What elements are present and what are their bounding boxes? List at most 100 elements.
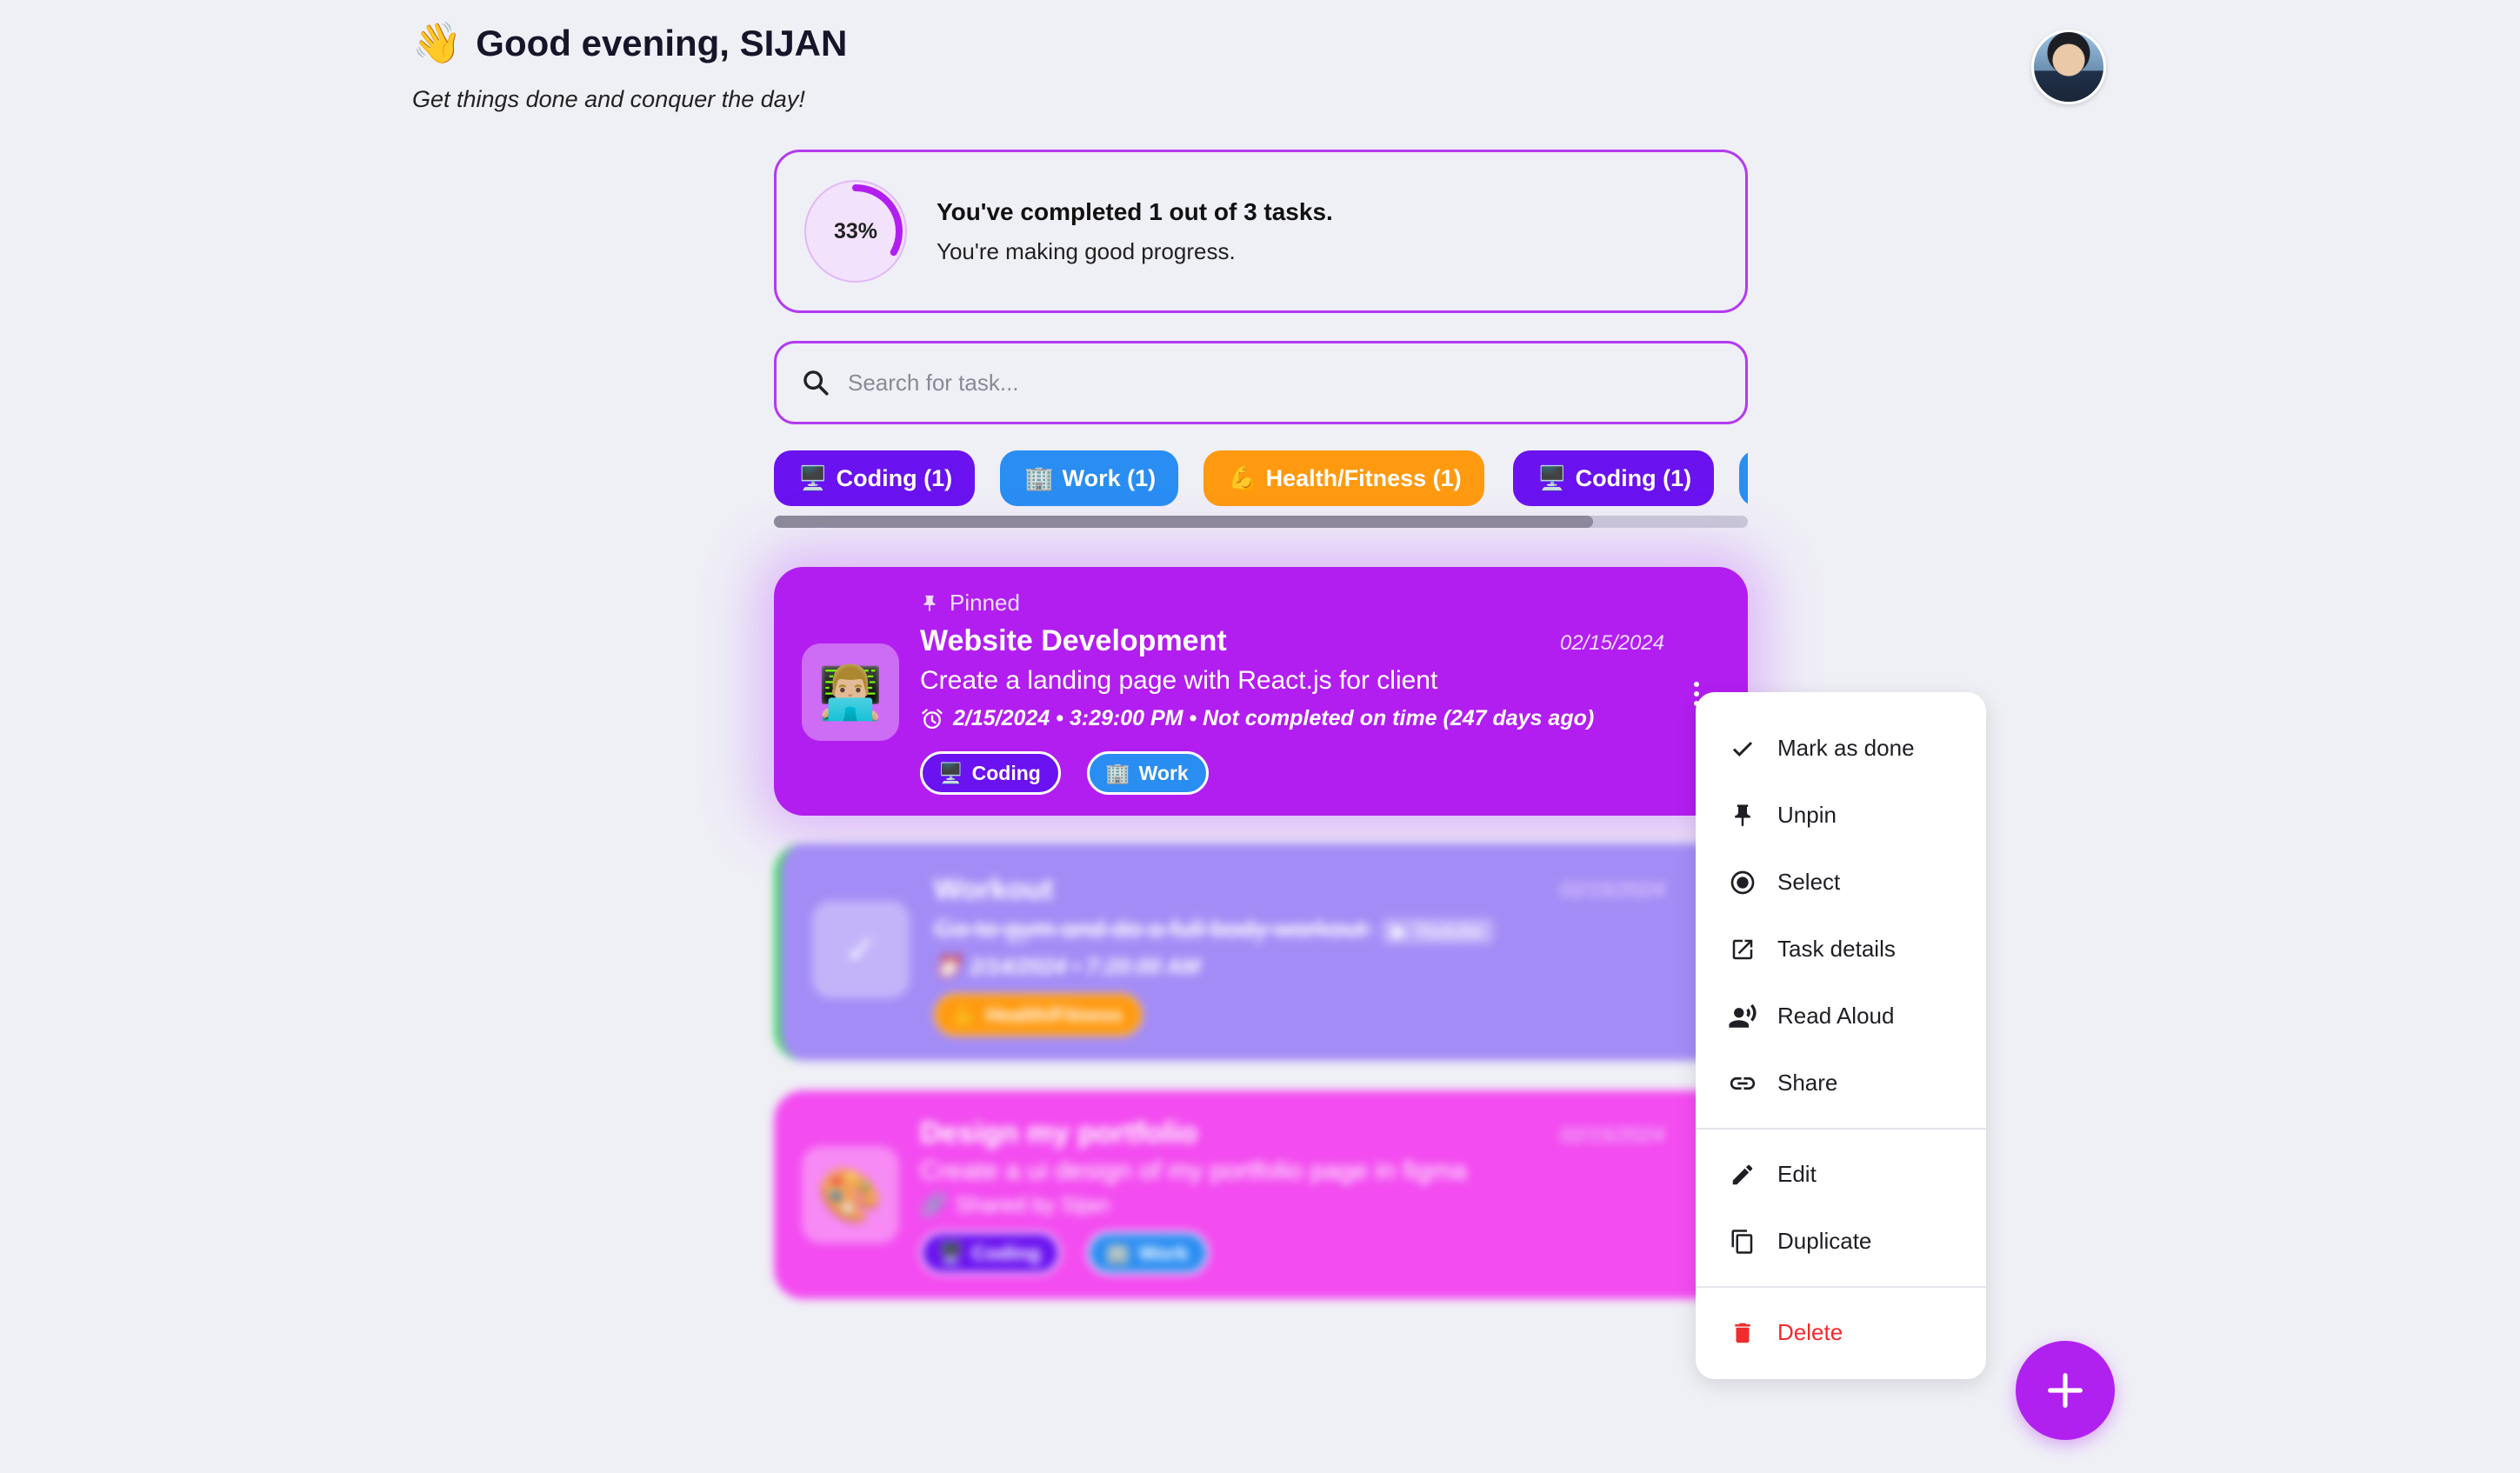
task-tag-coding[interactable]: 🖥️ Coding [920,751,1061,795]
link-icon: 🔗 [920,1193,948,1217]
task-date: 02/15/2024 [1559,631,1664,655]
chip-label: Health/Fitness (1) [1265,464,1462,491]
monitor-icon: 🖥️ [938,1241,963,1264]
progress-card: 33% You've completed 1 out of 3 tasks. Y… [774,150,1748,313]
category-chip-coding[interactable]: 🖥️ Coding (1) [774,450,976,506]
search-bar[interactable] [774,341,1748,424]
add-task-button[interactable] [2016,1341,2115,1440]
menu-item-select[interactable]: Select [1696,849,1986,916]
menu-item-label: Share [1777,1070,1838,1096]
task-description: Create a landing page with React.js for … [920,666,1438,695]
copy-icon [1727,1226,1758,1257]
menu-item-edit[interactable]: Edit [1696,1141,1986,1208]
task-deadline: 2/15/2024 • 3:29:00 PM • Not completed o… [920,706,1594,731]
check-icon [1727,733,1758,764]
youtube-icon: ▶ [1392,920,1408,942]
open-in-new-icon [1727,934,1758,965]
wave-emoji-icon: 👋 [412,20,463,65]
shared-by: 🔗 Shared by Sijan [920,1193,1110,1218]
avatar[interactable] [2031,30,2106,104]
flexed-biceps-icon: 💪 [1228,465,1257,491]
radio-select-icon [1727,867,1758,898]
task-context-menu: Mark as done Unpin Select Task details R… [1696,692,1986,1379]
alarm-clock-icon [922,708,943,729]
task-card-website-development[interactable]: 👨🏼‍💻 Pinned Website Development 02/15/20… [774,567,1748,816]
tag-label: Health/Fitness [985,1003,1123,1026]
plus-icon [2048,1373,2083,1408]
tag-label: Coding [971,761,1041,784]
chip-scrollbar-thumb[interactable] [774,516,1593,528]
menu-item-unpin[interactable]: Unpin [1696,782,1986,849]
task-description: Go to gym and do a full body workout ▶ Y… [934,915,1495,944]
office-building-icon: 🏢 [1105,761,1130,784]
task-deadline-text: 2/14/2024 • 7:20:00 AM [970,955,1201,979]
progress-title: You've completed 1 out of 3 tasks. [937,197,1333,225]
record-voice-icon [1727,1001,1758,1032]
pin-icon [923,595,936,611]
pinned-indicator: Pinned [920,590,1020,617]
office-building-icon: 🏢 [1105,1241,1130,1264]
tag-label: Work [1138,1241,1189,1264]
task-tag-work[interactable]: 🏢 Work [1087,1231,1209,1275]
pencil-icon [1727,1159,1758,1190]
tag-label: Work [1138,761,1189,784]
task-title: Website Development [920,624,1227,657]
task-description: Create a ui design of my portfolio page … [920,1156,1467,1185]
youtube-link[interactable]: ▶ Youtube [1382,918,1495,944]
task-title: Workout [934,873,1054,906]
task-date: 02/15/2024 [1559,878,1664,902]
task-tag-health-fitness[interactable]: 💪 Health/Fitness [934,993,1143,1036]
monitor-icon: 🖥️ [1537,465,1567,491]
artist-palette-icon: 🎨 [802,1146,899,1243]
category-chip-partial[interactable] [1739,450,1748,506]
office-building-icon: 🏢 [1024,465,1054,491]
pin-icon [1727,800,1758,831]
category-chip-row[interactable]: 🖥️ Coding (1) 🏢 Work (1) 💪 Health/Fitnes… [774,450,1748,513]
trash-icon [1727,1317,1758,1349]
shared-by-text: Shared by Sijan [956,1193,1110,1217]
monitor-icon: 🖥️ [798,465,828,491]
menu-divider [1696,1128,1986,1130]
menu-item-label: Duplicate [1777,1228,1872,1254]
task-date: 02/15/2024 [1559,1123,1664,1147]
task-deadline-text: 2/15/2024 • 3:29:00 PM • Not completed o… [953,706,1595,730]
pinned-label: Pinned [950,590,1020,616]
task-tag-coding[interactable]: 🖥️ Coding [920,1231,1061,1275]
alarm-clock-icon: ⏰ [934,955,962,979]
menu-item-label: Read Aloud [1777,1003,1895,1029]
done-check-icon: ✓ [812,901,910,998]
task-tag-work[interactable]: 🏢 Work [1087,751,1209,795]
flexed-biceps-icon: 💪 [952,1003,977,1026]
youtube-link-label: Youtube [1414,920,1484,942]
chip-scrollbar[interactable] [774,516,1748,528]
category-chip-coding[interactable]: 🖥️ Coding (1) [1513,450,1715,506]
menu-item-read-aloud[interactable]: Read Aloud [1696,983,1986,1050]
task-emoji-icon: 👨🏼‍💻 [802,643,899,741]
greeting-subtitle: Get things done and conquer the day! [412,86,805,112]
tag-label: Coding [971,1241,1041,1264]
menu-item-delete[interactable]: Delete [1696,1299,1986,1366]
chip-label: Coding (1) [1575,464,1692,491]
search-input[interactable] [848,369,1683,397]
task-description-text: Go to gym and do a full body workout [934,915,1366,943]
progress-percent: 33% [833,218,878,243]
search-icon [803,370,829,396]
chip-label: Work (1) [1062,464,1157,491]
greeting-text: Good evening, SIJAN [476,22,848,63]
task-card-design-portfolio[interactable]: 🎨 Design my portfolio 02/15/2024 Create … [774,1090,1748,1299]
monitor-icon: 🖥️ [938,761,963,784]
menu-item-duplicate[interactable]: Duplicate [1696,1208,1986,1275]
menu-item-share[interactable]: Share [1696,1050,1986,1116]
category-chip-health-fitness[interactable]: 💪 Health/Fitness (1) [1203,450,1484,506]
link-icon [1727,1068,1758,1099]
task-card-workout[interactable]: ✓ Workout 02/15/2024 Go to gym and do a … [774,843,1748,1061]
task-title: Design my portfolio [920,1116,1198,1150]
menu-item-label: Mark as done [1777,735,1915,761]
category-chip-work[interactable]: 🏢 Work (1) [1000,450,1179,506]
menu-item-mark-as-done[interactable]: Mark as done [1696,715,1986,782]
menu-item-task-details[interactable]: Task details [1696,916,1986,983]
progress-subtitle: You're making good progress. [937,237,1236,264]
progress-ring: 33% [801,177,910,286]
greeting-header: 👋 Good evening, SIJAN Get things done an… [412,19,847,113]
task-deadline: ⏰ 2/14/2024 • 7:20:00 AM [934,955,1200,980]
